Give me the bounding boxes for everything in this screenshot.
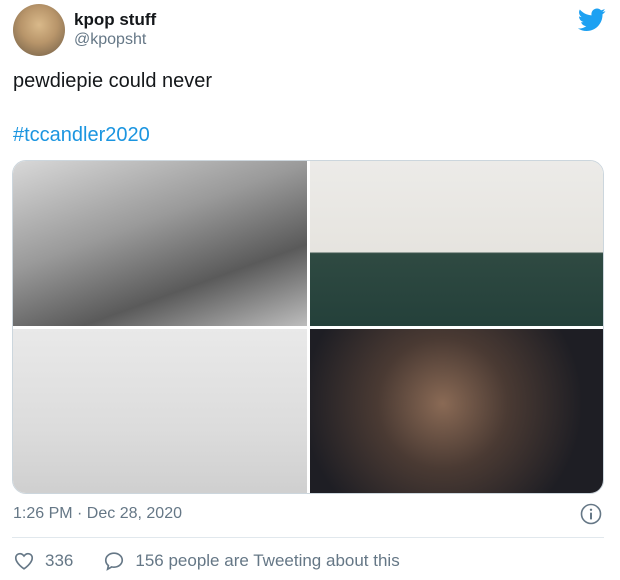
photo-1[interactable] [13,161,307,326]
info-icon[interactable] [580,503,602,525]
media-grid [12,160,604,494]
like-count[interactable]: 336 [45,551,73,571]
avatar[interactable] [13,4,65,56]
photo-4[interactable] [310,329,603,493]
hashtag-link[interactable]: #tccandler2020 [13,124,150,147]
people-tweeting-link[interactable]: 156 people are Tweeting about this [135,551,399,571]
twitter-bird-icon[interactable] [578,8,606,32]
author-handle[interactable]: @kpopsht [74,31,146,49]
author-name[interactable]: kpop stuff [74,10,156,30]
tweet-card: kpop stuff @kpopsht pewdiepie could neve… [0,0,620,580]
heart-icon[interactable] [13,550,35,572]
photo-2[interactable] [310,161,603,326]
tweet-timestamp[interactable]: 1:26 PM · Dec 28, 2020 [13,505,182,523]
speech-bubble-icon[interactable] [103,550,125,572]
tweet-text: pewdiepie could never [13,70,213,92]
divider [12,537,604,538]
engagement-bar: 336 156 people are Tweeting about this [13,549,400,573]
photo-3[interactable] [13,329,307,493]
